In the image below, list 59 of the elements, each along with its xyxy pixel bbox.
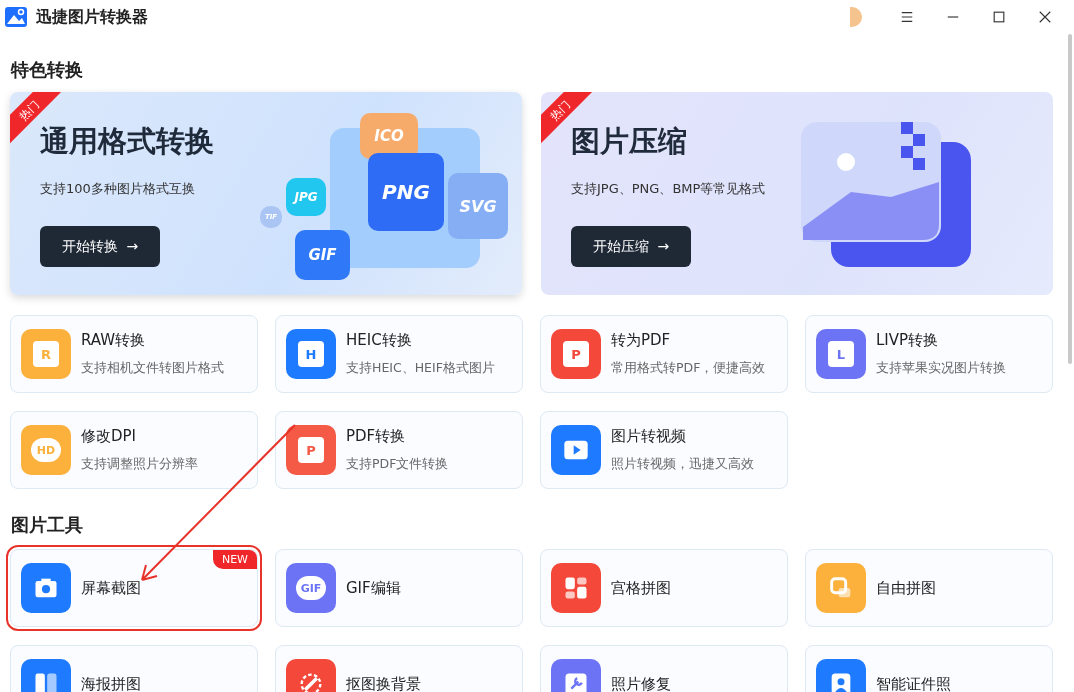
tool-title: HEIC转换 [346, 331, 413, 350]
start-button[interactable]: 开始压缩 → [571, 226, 691, 267]
new-badge: NEW [212, 550, 257, 569]
tool-card[interactable]: R RAW转换 支持相机文件转图片格式 [10, 315, 258, 393]
tool-card[interactable]: 宫格拼图 [540, 549, 788, 627]
tool-card[interactable]: 图片转视频 照片转视频，迅捷又高效 [540, 411, 788, 489]
banner-subtitle: 支持JPG、PNG、BMP等常见格式 [571, 180, 767, 198]
tool-description: 常用格式转PDF，便捷高效 [611, 360, 766, 377]
tool-card[interactable]: H HEIC转换 支持HEIC、HEIF格式图片 [275, 315, 523, 393]
tool-card[interactable]: 照片修复 [540, 645, 788, 692]
tool-title: 宫格拼图 [611, 578, 671, 598]
tool-description: 支持HEIC、HEIF格式图片 [346, 360, 495, 377]
banner-title: 通用格式转换 [40, 123, 215, 160]
maximize-icon[interactable] [992, 10, 1006, 24]
tool-title: PDF转换 [346, 427, 407, 446]
scrollbar-thumb[interactable] [1068, 34, 1072, 364]
tool-card[interactable]: P 转为PDF 常用格式转PDF，便捷高效 [540, 315, 788, 393]
tool-title: RAW转换 [81, 331, 147, 350]
tool-description: 照片转视频，迅捷又高效 [611, 456, 754, 473]
close-icon[interactable] [1038, 10, 1052, 24]
tool-icon: H [286, 329, 336, 379]
tool-description: 支持PDF文件转换 [346, 456, 449, 473]
tool-card[interactable]: 海报拼图 [10, 645, 258, 692]
tool-title: 海报拼图 [81, 674, 141, 692]
tool-card[interactable]: 自由拼图 [805, 549, 1053, 627]
tool-icon: P [551, 329, 601, 379]
tool-icon: HD [21, 425, 71, 475]
tool-card[interactable]: HD 修改DPI 支持调整照片分辨率 [10, 411, 258, 489]
banner-title: 图片压缩 [571, 123, 688, 160]
tool-card[interactable]: 智能证件照 [805, 645, 1053, 692]
window-title: 迅捷图片转换器 [36, 6, 148, 28]
tool-title: 自由拼图 [876, 578, 936, 598]
tool-icon: L [816, 329, 866, 379]
section-title: 图片工具 [10, 513, 84, 537]
tool-description: 支持调整照片分辨率 [81, 456, 198, 473]
tool-card[interactable]: L LIVP转换 支持苹果实况图片转换 [805, 315, 1053, 393]
tool-title: LIVP转换 [876, 331, 940, 350]
tool-title: 屏幕截图 [81, 578, 141, 598]
tool-title: 图片转视频 [611, 427, 687, 446]
tool-icon: GIF [286, 563, 336, 613]
section-title: 特色转换 [10, 58, 84, 82]
tool-title: GIF编辑 [346, 578, 401, 598]
tool-icon: R [21, 329, 71, 379]
tool-card[interactable]: 抠图换背景 [275, 645, 523, 692]
tool-icon: P [286, 425, 336, 475]
start-button[interactable]: 开始转换 → [40, 226, 160, 267]
tool-card[interactable]: GIF GIF编辑 [275, 549, 523, 627]
banner-subtitle: 支持100多种图片格式互换 [40, 180, 196, 198]
tool-description: 支持苹果实况图片转换 [876, 360, 1006, 377]
tool-description: 支持相机文件转图片格式 [81, 360, 224, 377]
tool-title: 抠图换背景 [346, 674, 421, 692]
tool-title: 照片修复 [611, 674, 671, 692]
app-logo-icon [4, 5, 28, 29]
tool-title: 修改DPI [81, 427, 138, 446]
menu-icon[interactable] [900, 10, 914, 24]
tool-title: 转为PDF [611, 331, 672, 350]
feature-banner[interactable]: 热门 图片压缩 支持JPG、PNG、BMP等常见格式 开始压缩 → [541, 92, 1053, 295]
tool-card[interactable]: P PDF转换 支持PDF文件转换 [275, 411, 523, 489]
tool-title: 智能证件照 [876, 674, 951, 692]
